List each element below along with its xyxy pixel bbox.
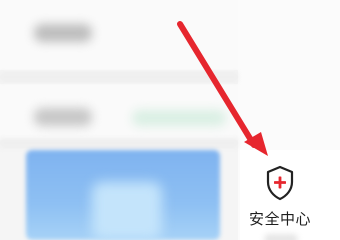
blurred-text	[34, 108, 92, 126]
divider	[0, 72, 238, 82]
blurred-text	[34, 24, 92, 42]
divider	[0, 138, 238, 148]
blurred-green-label	[132, 110, 226, 126]
app-screen: 安全中心	[0, 0, 340, 240]
blurred-list-panel	[0, 0, 238, 240]
security-center-label: 安全中心	[248, 210, 311, 228]
blurred-card-glow	[92, 182, 162, 240]
blurred-subtext	[264, 234, 298, 240]
security-center-button[interactable]: 安全中心	[240, 150, 340, 240]
shield-plus-icon	[264, 165, 296, 201]
